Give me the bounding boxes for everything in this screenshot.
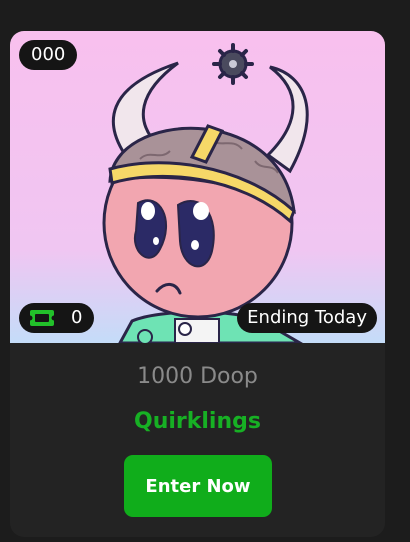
spiked-ball — [212, 43, 254, 85]
nft-artwork[interactable]: 000 0 Ending Today — [10, 31, 385, 343]
ticket-icon — [29, 309, 55, 327]
ticket-counter: 0 — [19, 303, 95, 333]
status-badge: Ending Today — [237, 303, 377, 333]
price-label: 1000 Doop — [137, 364, 258, 389]
ticket-count: 0 — [71, 307, 83, 328]
collection-name[interactable]: Quirklings — [10, 409, 385, 434]
status-text: Ending Today — [247, 307, 367, 328]
enter-now-button[interactable]: Enter Now — [124, 455, 272, 517]
raffle-card[interactable]: 000 0 Ending Today 1000 Doop Quirklings … — [10, 31, 385, 537]
id-badge-text: 000 — [31, 44, 66, 65]
id-badge: 000 — [19, 40, 78, 70]
